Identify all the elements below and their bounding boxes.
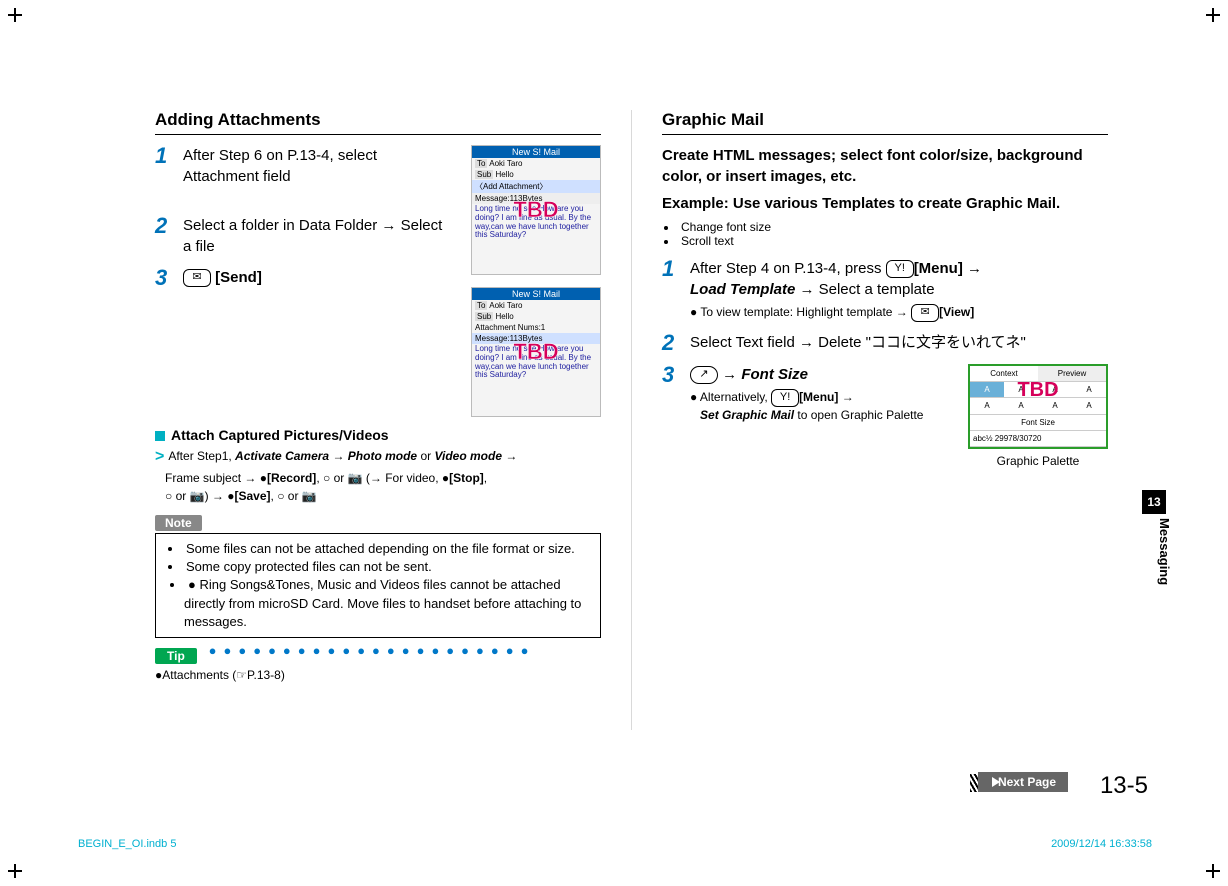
tip-row: Tip ●●●●●●●●●●●●●●●●●●●●●●	[155, 638, 601, 664]
key-icon: ○	[277, 489, 284, 503]
right-column: Graphic Mail Create HTML messages; selec…	[631, 110, 1228, 730]
footer-timestamp: 2009/12/14 16:33:58	[1051, 838, 1152, 850]
key-icon: ○	[165, 489, 172, 503]
camera-instructions: >After Step1, Activate Camera → Photo mo…	[155, 445, 601, 505]
send-label: [Send]	[215, 269, 262, 286]
shot-title: New S! Mail	[472, 288, 600, 300]
step-text: After Step 6 on P.13-4, select Attachmen…	[183, 145, 451, 187]
palette-caption: Graphic Palette	[968, 453, 1108, 470]
chapter-label: Messaging	[1157, 518, 1172, 585]
left-column: Adding Attachments 1 After Step 6 on P.1…	[0, 110, 631, 730]
sub-heading: Attach Captured Pictures/Videos	[155, 427, 601, 443]
note-box: Some files can not be attached depending…	[155, 533, 601, 638]
step-number: 1	[662, 258, 690, 322]
step-3: 3 ✉ [Send]	[155, 267, 451, 289]
step-number: 1	[155, 145, 183, 187]
camera-key-icon: 📷	[302, 489, 317, 503]
section-heading-right: Graphic Mail	[662, 110, 1108, 135]
step-text: ✉ [Send]	[183, 267, 451, 289]
camera-key-icon: 📷	[348, 471, 363, 485]
step-2: 2 Select a folder in Data Folder → Selec…	[155, 215, 451, 257]
step-3-sub: ● Alternatively, Y![Menu] → Set Graphic …	[690, 389, 958, 424]
dots-decoration: ●●●●●●●●●●●●●●●●●●●●●●	[209, 643, 536, 658]
shot-sub: Sub Hello	[472, 311, 600, 322]
crop-mark	[8, 864, 22, 878]
tbd-overlay: TBD	[1017, 376, 1058, 404]
step-text: ↗ → Font Size ● Alternatively, Y![Menu] …	[690, 364, 1108, 470]
step-number: 2	[155, 215, 183, 257]
key-icon: ○	[323, 471, 330, 485]
graphic-palette-figure: ContextPreview AAAA AAAA Font Size abc½ …	[968, 364, 1108, 470]
crop-mark	[1206, 864, 1220, 878]
mail-icon: ✉	[911, 304, 939, 322]
note-label: Note	[155, 515, 202, 531]
intro-bullet: Scroll text	[664, 234, 1108, 248]
shot-to: To Aoki Taro	[472, 158, 600, 169]
step-number: 3	[662, 364, 690, 470]
center-key-icon: ●	[260, 471, 267, 485]
tbd-overlay: TBD	[513, 339, 558, 365]
chevron-icon: >	[155, 445, 164, 469]
shot-title: New S! Mail	[472, 146, 600, 158]
y-key-icon: Y!	[771, 389, 799, 407]
tbd-overlay: TBD	[513, 197, 558, 223]
step-number: 3	[155, 267, 183, 289]
step-1-sub: ● To view template: Highlight template →…	[690, 304, 1108, 322]
shot-to: To Aoki Taro	[472, 300, 600, 311]
note-item: ● Ring Songs&Tones, Music and Videos fil…	[184, 576, 590, 631]
step-1: 1 After Step 4 on P.13-4, press Y![Menu]…	[662, 258, 1108, 322]
step-1: 1 After Step 6 on P.13-4, select Attachm…	[155, 145, 451, 187]
step-3: 3 ↗ → Font Size ● Alternatively, Y![Menu…	[662, 364, 1108, 470]
call-key-icon: ↗	[690, 366, 718, 384]
page-number: 13-5	[1100, 772, 1148, 800]
step-text: Select Text field → Delete "ココに文字をいれてネ"	[690, 332, 1108, 354]
step-text: After Step 4 on P.13-4, press Y![Menu] →…	[690, 258, 1108, 322]
shot-attach: 〈Add Attachment〉	[472, 180, 600, 193]
y-key-icon: Y!	[886, 260, 914, 278]
footer-file: BEGIN_E_OI.indb 5	[78, 838, 176, 850]
intro-2: Example: Use various Templates to create…	[662, 193, 1108, 214]
step-number: 2	[662, 332, 690, 354]
screenshot-new-mail-1: New S! Mail To Aoki Taro Sub Hello 〈Add …	[471, 145, 601, 275]
palette-label: Font Size	[970, 415, 1106, 430]
tip-label: Tip	[155, 648, 197, 664]
step-text: Select a folder in Data Folder → Select …	[183, 215, 451, 257]
note-item: Some files can not be attached depending…	[168, 540, 590, 558]
step-2: 2 Select Text field → Delete "ココに文字をいれてネ…	[662, 332, 1108, 354]
next-page-badge: Next Page	[978, 772, 1068, 792]
mail-icon: ✉	[183, 269, 211, 287]
chapter-tab: 13	[1142, 490, 1166, 514]
intro-1: Create HTML messages; select font color/…	[662, 145, 1108, 187]
intro-bullet: Change font size	[664, 220, 1108, 234]
shot-sub: Sub Hello	[472, 169, 600, 180]
section-heading-left: Adding Attachments	[155, 110, 601, 135]
screenshot-new-mail-2: New S! Mail To Aoki Taro Sub Hello Attac…	[471, 287, 601, 417]
note-item: Some copy protected files can not be sen…	[168, 558, 590, 576]
shot-attach: Attachment Nums:1	[472, 322, 600, 333]
camera-key-icon: 📷	[190, 489, 205, 503]
tip-text: ●Attachments (☞P.13-8)	[155, 668, 601, 682]
square-bullet-icon	[155, 431, 165, 441]
palette-bottom: abc½ 29978/30720	[970, 431, 1106, 446]
